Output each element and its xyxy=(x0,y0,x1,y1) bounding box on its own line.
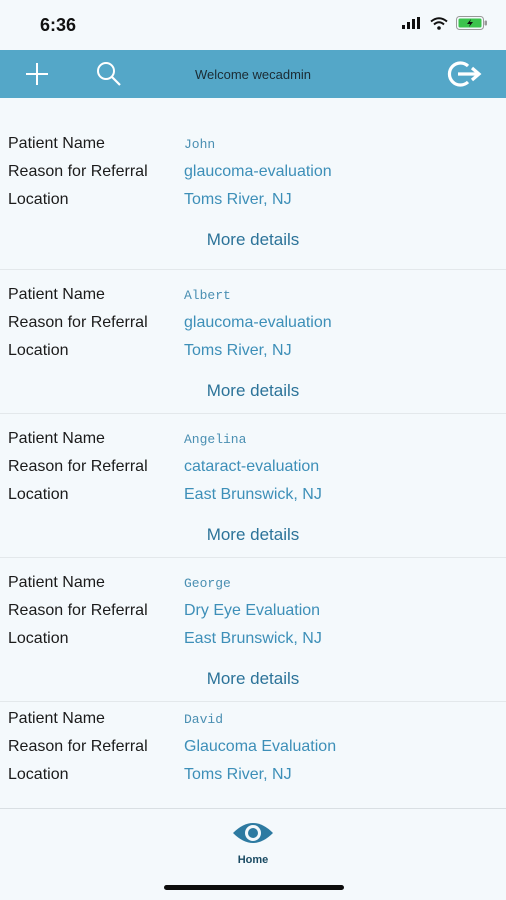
location-label: Location xyxy=(8,630,69,647)
reason-label: Reason for Referral xyxy=(8,738,148,755)
reason-value: glaucoma-evaluation xyxy=(184,314,332,331)
patient-name-value: Angelina xyxy=(184,431,247,447)
status-time: 6:36 xyxy=(40,15,77,35)
location-value: Toms River, NJ xyxy=(184,342,292,359)
reason-value: Dry Eye Evaluation xyxy=(184,602,321,619)
reason-label: Reason for Referral xyxy=(8,602,148,619)
referral-card: Patient Name John Reason for Referral glau… xyxy=(0,98,506,270)
reason-value: cataract-evaluation xyxy=(184,458,320,475)
tab-home[interactable]: Home xyxy=(223,819,283,866)
referral-card: Patient Name Albert Reason for Referral gl… xyxy=(0,270,506,414)
status-icons xyxy=(402,16,488,30)
more-details-link[interactable]: More details xyxy=(0,230,506,250)
location-label: Location xyxy=(8,486,69,503)
signal-icon xyxy=(402,17,420,29)
home-indicator xyxy=(164,885,344,890)
location-label: Location xyxy=(8,342,69,359)
patient-name-value: Albert xyxy=(184,287,231,303)
referral-card: Patient Name David Reason for Referral Gla… xyxy=(0,702,506,808)
logout-button[interactable] xyxy=(442,58,486,90)
more-details-link[interactable]: More details xyxy=(0,525,506,545)
patient-name-label: Patient Name xyxy=(8,135,105,152)
eye-icon xyxy=(233,823,273,843)
reason-label: Reason for Referral xyxy=(8,314,148,331)
location-value: East Brunswick, NJ xyxy=(184,630,322,647)
patient-name-value: David xyxy=(184,711,224,727)
wifi-icon xyxy=(430,16,448,30)
patient-name-value: George xyxy=(184,575,231,591)
patient-name-label: Patient Name xyxy=(8,710,105,727)
reason-value: Glaucoma Evaluation xyxy=(184,738,337,755)
reason-label: Reason for Referral xyxy=(8,163,148,180)
location-label: Location xyxy=(8,191,69,208)
logout-icon xyxy=(447,61,482,87)
patient-name-value: John xyxy=(184,136,216,152)
location-value: Toms River, NJ xyxy=(184,191,292,208)
battery-icon xyxy=(456,16,487,30)
patient-name-label: Patient Name xyxy=(8,430,105,447)
location-label: Location xyxy=(8,766,69,783)
location-value: East Brunswick, NJ xyxy=(184,486,322,503)
location-value: Toms River, NJ xyxy=(184,766,292,783)
app-header: Welcome wecadmin xyxy=(0,50,506,98)
reason-label: Reason for Referral xyxy=(8,458,148,475)
patient-name-label: Patient Name xyxy=(8,286,105,303)
welcome-text: Welcome wecadmin xyxy=(194,67,312,82)
patient-name-label: Patient Name xyxy=(8,574,105,591)
referral-card: Patient Name Angelina Reason for Referral… xyxy=(0,414,506,558)
referral-card: Patient Name George Reason for Referral Dr… xyxy=(0,558,506,702)
more-details-link[interactable]: More details xyxy=(0,381,506,401)
referral-list: Patient Name John Reason for Referral glau… xyxy=(0,98,506,808)
status-bar: 6:36 xyxy=(0,0,506,50)
reason-value: glaucoma-evaluation xyxy=(184,163,332,180)
more-details-link[interactable]: More details xyxy=(0,669,506,689)
tab-home-label: Home xyxy=(237,854,269,866)
